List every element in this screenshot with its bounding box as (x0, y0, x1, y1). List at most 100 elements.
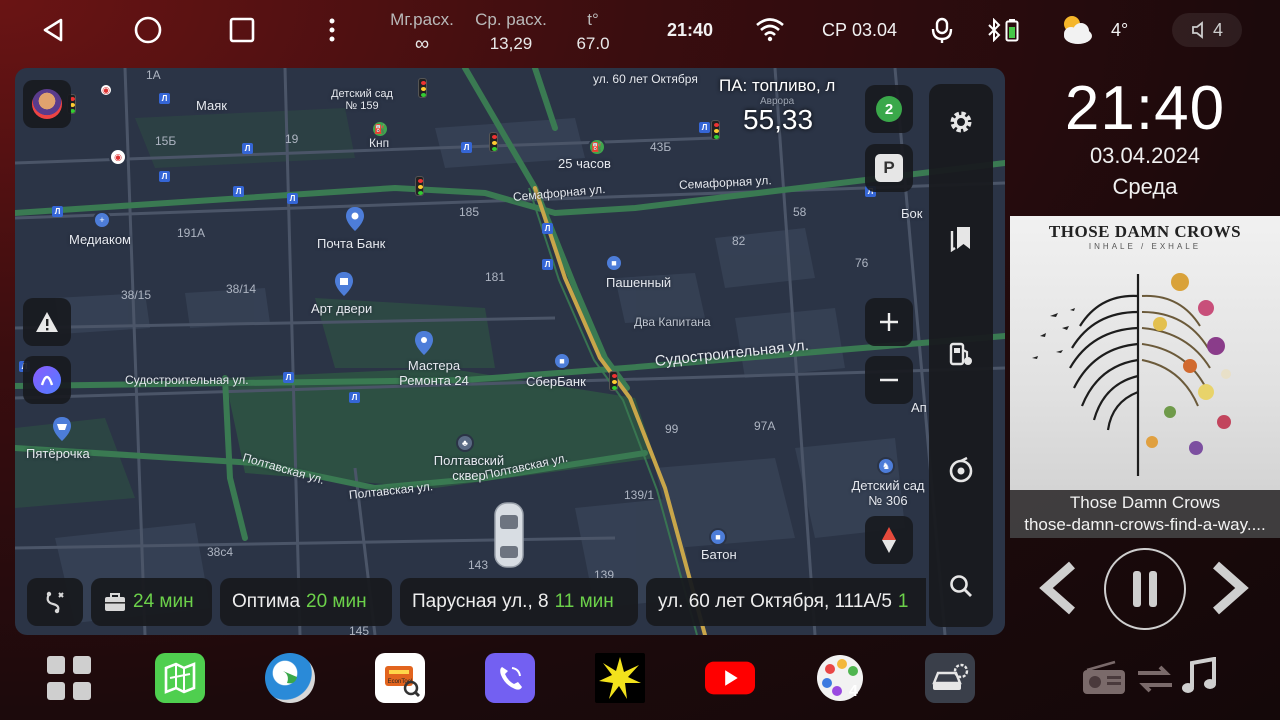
route-chip-work[interactable]: 24 мин (91, 578, 212, 626)
shop-pin-icon[interactable] (334, 271, 354, 297)
microphone-icon[interactable] (930, 16, 954, 50)
house-number: 139/1 (624, 488, 655, 502)
volume-button[interactable]: 4 (1172, 13, 1242, 47)
place-label: Пятёрочка (26, 446, 90, 461)
route-chip-60-let-oktyabrya[interactable]: ул. 60 лет Октября, 111А/5 1 (646, 578, 926, 626)
kindergarten-poi-icon[interactable]: ♞ (877, 457, 895, 475)
zoom-in-button[interactable] (865, 298, 913, 346)
track-info[interactable]: Those Damn Crows those-damn-crows-find-a… (1010, 490, 1280, 538)
recents-icon (229, 17, 255, 43)
fuel-station-icon (949, 342, 972, 366)
house-number: 76 (855, 256, 869, 270)
camera-poi-icon[interactable]: ◉ (109, 148, 127, 166)
alice-assistant-button[interactable] (23, 356, 71, 404)
music-source-button[interactable] (1178, 656, 1220, 698)
more-button[interactable] (316, 14, 348, 46)
fuel-poi-icon[interactable]: ⛽ (371, 120, 389, 138)
bookmarks-icon (950, 227, 970, 252)
bank-pin-icon[interactable] (345, 206, 365, 232)
profile-button[interactable] (23, 80, 71, 128)
route-eta: 11 мин (554, 591, 614, 612)
medical-poi-icon[interactable]: + (93, 211, 111, 229)
source-switch-button[interactable] (1135, 662, 1175, 696)
park-poi-icon[interactable]: ♣ (456, 434, 474, 452)
play-pause-button[interactable] (1104, 548, 1186, 630)
music-player-button[interactable] (945, 454, 977, 486)
status-bar: Мг.расх. ∞ Ср. расх. 13,29 t° 67.0 21:40… (0, 0, 1280, 62)
house-number: 181 (485, 270, 506, 284)
gas-stations-button[interactable] (945, 338, 977, 370)
more-vertical-icon (329, 18, 335, 42)
report-incident-button[interactable] (23, 298, 71, 346)
gear-icon (950, 111, 972, 133)
place-label: Детский сад № 159 (331, 88, 393, 112)
viber-app-button[interactable] (485, 653, 535, 703)
route-destination: Оптима (232, 591, 301, 612)
previous-track-button[interactable] (1034, 560, 1080, 616)
place-label: Маяк (196, 98, 227, 113)
route-chip-optima[interactable]: Оптима 20 мин (220, 578, 392, 626)
music-disc-icon (949, 456, 973, 483)
recents-button[interactable] (226, 14, 258, 46)
warning-icon (36, 312, 58, 332)
radio-source-button[interactable] (1080, 658, 1128, 698)
bus-stop-icon: Л (461, 142, 472, 153)
stat-value: ∞ (414, 33, 430, 55)
starburst-app-button[interactable] (595, 653, 645, 703)
bus-stop-icon: Л (52, 206, 63, 217)
place-label: Мастера Ремонта 24 (399, 358, 469, 388)
clock-time: 21:40 (1064, 74, 1226, 143)
place-label: Два Капитана (634, 315, 711, 329)
back-icon (43, 18, 63, 42)
weather-cloudy-icon (1058, 12, 1094, 52)
paint-app-button[interactable]: 4 (815, 653, 865, 703)
place-label: Почта Банк (317, 236, 386, 251)
maps-app-button[interactable] (155, 653, 205, 703)
bus-stop-icon: Л (542, 259, 553, 270)
route-options-button[interactable] (27, 578, 83, 626)
search-button[interactable] (945, 570, 977, 602)
stat-value: 13,29 (489, 34, 533, 53)
back-button[interactable] (37, 14, 69, 46)
assistant-icon (33, 366, 61, 394)
street-label: ул. 60 лет Октября (593, 72, 698, 86)
route-switch-icon (46, 591, 64, 614)
avatar (32, 89, 62, 119)
camera-poi-icon[interactable]: ◉ (99, 83, 113, 97)
bookmarks-button[interactable] (945, 222, 977, 254)
grocery-pin-icon[interactable] (52, 416, 72, 442)
phone-icon (500, 667, 522, 690)
youtube-app-button[interactable] (705, 653, 755, 703)
traffic-button[interactable]: 2 (865, 85, 913, 133)
bank-poi-icon[interactable]: ■ (553, 352, 571, 370)
diagnostics-app-button[interactable]: EconTool (375, 653, 425, 703)
apps-grid-icon (47, 656, 91, 700)
bakery-poi-icon[interactable]: ■ (709, 528, 727, 546)
route-chip-parusnaya[interactable]: Парусная ул., 8 11 мин (400, 578, 638, 626)
shop-poi-icon[interactable]: ■ (605, 254, 623, 272)
album-cover[interactable]: THOSE DAMN CROWS INHALE / EXHALE (1010, 216, 1280, 490)
bus-stop-icon: Л (159, 171, 170, 182)
house-number: 97А (754, 419, 776, 433)
car-settings-app-button[interactable] (925, 653, 975, 703)
clock-weekday: Среда (1112, 174, 1178, 199)
browser-app-button[interactable] (265, 653, 315, 703)
search-icon (950, 575, 972, 597)
house-number: 19 (285, 132, 299, 146)
service-pin-icon[interactable] (414, 330, 434, 356)
parking-button[interactable]: P (865, 144, 913, 192)
map-toolbar (929, 84, 993, 627)
fuel-poi-icon[interactable]: ⛽ (588, 138, 606, 156)
home-button[interactable] (132, 14, 164, 46)
next-track-button[interactable] (1208, 560, 1254, 616)
traffic-light-icon (489, 132, 498, 152)
app-drawer-button[interactable] (44, 653, 94, 703)
settings-button[interactable] (945, 106, 977, 138)
house-number: 38/14 (226, 282, 257, 296)
clock-widget: 21:40 03.04.2024 Среда (1010, 76, 1280, 204)
navigation-map[interactable]: ул. 60 лет Октября Семафорная ул. Семафо… (15, 68, 1005, 635)
compass-button[interactable] (865, 516, 913, 564)
bus-stop-icon: Л (699, 122, 710, 133)
zoom-out-button[interactable] (865, 356, 913, 404)
fuel-label: ПА: топливо, л (719, 76, 836, 95)
